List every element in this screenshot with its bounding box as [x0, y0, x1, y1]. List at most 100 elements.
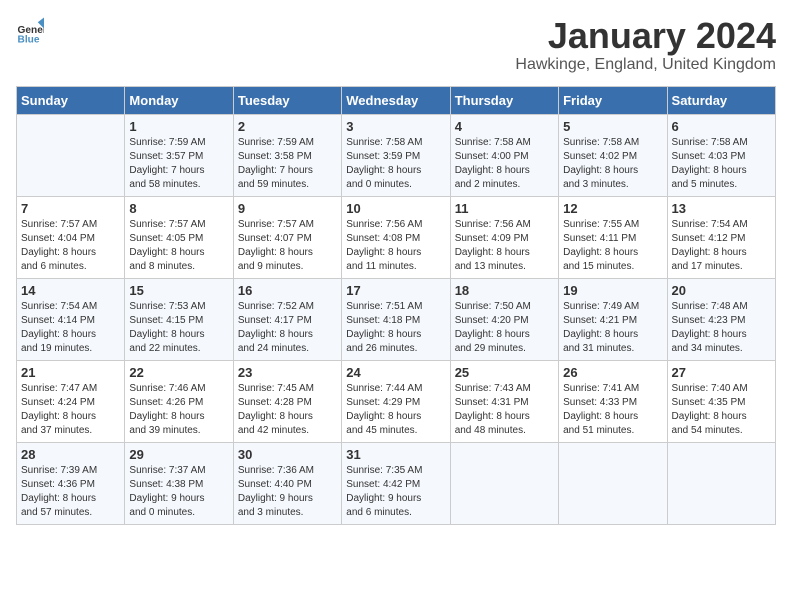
calendar-cell: 20 Sunrise: 7:48 AMSunset: 4:23 PMDayligh… — [667, 278, 775, 360]
week-row-1: 7Sunrise: 7:57 AMSunset: 4:04 PMDaylight… — [17, 196, 776, 278]
day-number: 28 — [21, 447, 120, 462]
cell-content: Sunrise: 7:55 AMSunset: 4:11 PMDaylight:… — [563, 218, 662, 274]
location-title: Hawkinge, England, United Kingdom — [515, 56, 776, 74]
cell-content: Sunrise: 7:52 AMSunset: 4:17 PMDaylight:… — [238, 300, 337, 356]
cell-content: Sunrise: 7:58 AMSunset: 4:02 PMDaylight:… — [563, 136, 662, 192]
day-number: 26 — [563, 365, 662, 380]
calendar-cell — [450, 442, 558, 524]
calendar-cell: 23 Sunrise: 7:45 AMSunset: 4:28 PMDayligh… — [233, 360, 341, 442]
cell-content: Sunrise: 7:56 AMSunset: 4:08 PMDaylight:… — [346, 218, 445, 274]
cell-content: Sunrise: 7:35 AMSunset: 4:42 PMDaylight:… — [346, 464, 445, 520]
cell-content: Sunrise: 7:51 AMSunset: 4:18 PMDaylight:… — [346, 300, 445, 356]
calendar-cell: 12 Sunrise: 7:55 AMSunset: 4:11 PMDayligh… — [559, 196, 667, 278]
calendar-cell: 29 Sunrise: 7:37 AMSunset: 4:38 PMDayligh… — [125, 442, 233, 524]
day-number: 14 — [21, 283, 120, 298]
day-number: 7 — [21, 201, 120, 216]
calendar-cell — [559, 442, 667, 524]
cell-content: Sunrise: 7:47 AMSunset: 4:24 PMDaylight:… — [21, 382, 120, 438]
calendar-cell: 9 Sunrise: 7:57 AMSunset: 4:07 PMDaylight… — [233, 196, 341, 278]
cell-content: Sunrise: 7:48 AMSunset: 4:23 PMDaylight:… — [672, 300, 771, 356]
day-number: 5 — [563, 119, 662, 134]
day-number: 4 — [455, 119, 554, 134]
day-number: 25 — [455, 365, 554, 380]
day-number: 2 — [238, 119, 337, 134]
calendar-cell: 24 Sunrise: 7:44 AMSunset: 4:29 PMDayligh… — [342, 360, 450, 442]
svg-text:Blue: Blue — [18, 34, 40, 44]
calendar-cell: 2 Sunrise: 7:59 AMSunset: 3:58 PMDaylight… — [233, 114, 341, 196]
calendar-cell: 7Sunrise: 7:57 AMSunset: 4:04 PMDaylight… — [17, 196, 125, 278]
cell-content: Sunrise: 7:58 AMSunset: 4:03 PMDaylight:… — [672, 136, 771, 192]
cell-content: Sunrise: 7:59 AMSunset: 3:57 PMDaylight:… — [129, 136, 228, 192]
day-number: 1 — [129, 119, 228, 134]
day-number: 6 — [672, 119, 771, 134]
cell-content: Sunrise: 7:54 AMSunset: 4:12 PMDaylight:… — [672, 218, 771, 274]
cell-content: Sunrise: 7:45 AMSunset: 4:28 PMDaylight:… — [238, 382, 337, 438]
col-monday: Monday — [125, 86, 233, 114]
cell-content: Sunrise: 7:49 AMSunset: 4:21 PMDaylight:… — [563, 300, 662, 356]
calendar-cell: 14 Sunrise: 7:54 AMSunset: 4:14 PMDayligh… — [17, 278, 125, 360]
col-friday: Friday — [559, 86, 667, 114]
week-row-4: 28Sunrise: 7:39 AMSunset: 4:36 PMDayligh… — [17, 442, 776, 524]
cell-content: Sunrise: 7:57 AMSunset: 4:05 PMDaylight:… — [129, 218, 228, 274]
cell-content: Sunrise: 7:54 AMSunset: 4:14 PMDaylight:… — [21, 300, 120, 356]
header-row: Sunday Monday Tuesday Wednesday Thursday… — [17, 86, 776, 114]
day-number: 10 — [346, 201, 445, 216]
week-row-3: 21Sunrise: 7:47 AMSunset: 4:24 PMDayligh… — [17, 360, 776, 442]
col-tuesday: Tuesday — [233, 86, 341, 114]
calendar-cell: 28Sunrise: 7:39 AMSunset: 4:36 PMDayligh… — [17, 442, 125, 524]
calendar-cell: 8 Sunrise: 7:57 AMSunset: 4:05 PMDaylight… — [125, 196, 233, 278]
day-number: 19 — [563, 283, 662, 298]
calendar-cell: 21Sunrise: 7:47 AMSunset: 4:24 PMDayligh… — [17, 360, 125, 442]
calendar-cell: 10 Sunrise: 7:56 AMSunset: 4:08 PMDayligh… — [342, 196, 450, 278]
calendar-cell: 11 Sunrise: 7:56 AMSunset: 4:09 PMDayligh… — [450, 196, 558, 278]
calendar-cell: 27 Sunrise: 7:40 AMSunset: 4:35 PMDayligh… — [667, 360, 775, 442]
col-wednesday: Wednesday — [342, 86, 450, 114]
cell-content: Sunrise: 7:58 AMSunset: 3:59 PMDaylight:… — [346, 136, 445, 192]
cell-content: Sunrise: 7:41 AMSunset: 4:33 PMDaylight:… — [563, 382, 662, 438]
cell-content: Sunrise: 7:40 AMSunset: 4:35 PMDaylight:… — [672, 382, 771, 438]
calendar-cell: 4 Sunrise: 7:58 AMSunset: 4:00 PMDaylight… — [450, 114, 558, 196]
day-number: 3 — [346, 119, 445, 134]
day-number: 9 — [238, 201, 337, 216]
day-number: 17 — [346, 283, 445, 298]
day-number: 15 — [129, 283, 228, 298]
day-number: 13 — [672, 201, 771, 216]
day-number: 22 — [129, 365, 228, 380]
day-number: 12 — [563, 201, 662, 216]
day-number: 27 — [672, 365, 771, 380]
col-thursday: Thursday — [450, 86, 558, 114]
calendar-cell: 25Sunrise: 7:43 AMSunset: 4:31 PMDayligh… — [450, 360, 558, 442]
calendar-cell: 1 Sunrise: 7:59 AMSunset: 3:57 PMDaylight… — [125, 114, 233, 196]
calendar-cell: 15 Sunrise: 7:53 AMSunset: 4:15 PMDayligh… — [125, 278, 233, 360]
calendar-cell: 19 Sunrise: 7:49 AMSunset: 4:21 PMDayligh… — [559, 278, 667, 360]
cell-content: Sunrise: 7:53 AMSunset: 4:15 PMDaylight:… — [129, 300, 228, 356]
logo-icon: General Blue — [16, 16, 44, 44]
calendar-cell: 17 Sunrise: 7:51 AMSunset: 4:18 PMDayligh… — [342, 278, 450, 360]
day-number: 8 — [129, 201, 228, 216]
day-number: 20 — [672, 283, 771, 298]
cell-content: Sunrise: 7:36 AMSunset: 4:40 PMDaylight:… — [238, 464, 337, 520]
day-number: 16 — [238, 283, 337, 298]
cell-content: Sunrise: 7:44 AMSunset: 4:29 PMDaylight:… — [346, 382, 445, 438]
day-number: 23 — [238, 365, 337, 380]
cell-content: Sunrise: 7:56 AMSunset: 4:09 PMDaylight:… — [455, 218, 554, 274]
day-number: 29 — [129, 447, 228, 462]
month-title: January 2024 — [515, 16, 776, 56]
calendar-cell — [17, 114, 125, 196]
cell-content: Sunrise: 7:59 AMSunset: 3:58 PMDaylight:… — [238, 136, 337, 192]
day-number: 30 — [238, 447, 337, 462]
cell-content: Sunrise: 7:58 AMSunset: 4:00 PMDaylight:… — [455, 136, 554, 192]
calendar-cell: 26 Sunrise: 7:41 AMSunset: 4:33 PMDayligh… — [559, 360, 667, 442]
cell-content: Sunrise: 7:37 AMSunset: 4:38 PMDaylight:… — [129, 464, 228, 520]
day-number: 24 — [346, 365, 445, 380]
calendar-cell: 3 Sunrise: 7:58 AMSunset: 3:59 PMDaylight… — [342, 114, 450, 196]
week-row-2: 14 Sunrise: 7:54 AMSunset: 4:14 PMDayligh… — [17, 278, 776, 360]
page-header: General Blue January 2024 Hawkinge, Engl… — [16, 16, 776, 74]
cell-content: Sunrise: 7:50 AMSunset: 4:20 PMDaylight:… — [455, 300, 554, 356]
calendar-table: Sunday Monday Tuesday Wednesday Thursday… — [16, 86, 776, 525]
calendar-cell: 6 Sunrise: 7:58 AMSunset: 4:03 PMDaylight… — [667, 114, 775, 196]
day-number: 18 — [455, 283, 554, 298]
cell-content: Sunrise: 7:57 AMSunset: 4:07 PMDaylight:… — [238, 218, 337, 274]
day-number: 11 — [455, 201, 554, 216]
logo: General Blue — [16, 16, 44, 44]
